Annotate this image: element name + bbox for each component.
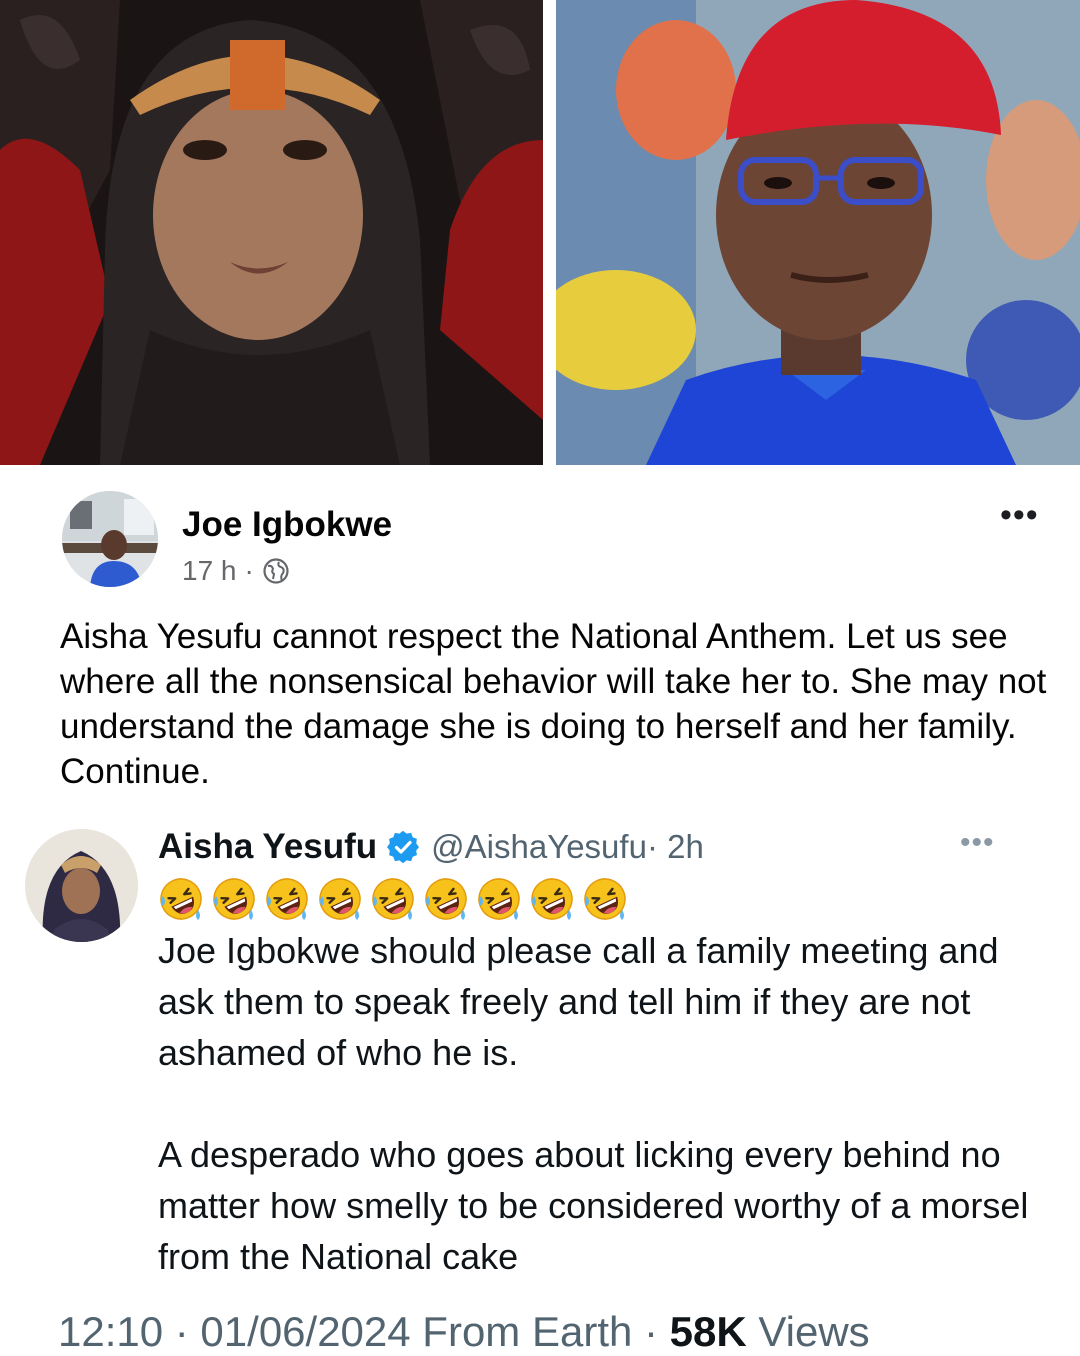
rofl-emoji-icon: [319, 878, 361, 920]
photo-divider: [543, 0, 556, 465]
fb-meta-separator: ·: [244, 555, 254, 586]
tweet-footer: 12:10 · 01/06/2024 From Earth · 58K View…: [58, 1308, 870, 1356]
tweet-handle[interactable]: @AishaYesufu: [431, 828, 647, 866]
tweet-paragraph-2: A desperado who goes about licking every…: [158, 1134, 1029, 1277]
tweet-text: Joe Igbokwe should please call a family …: [158, 925, 1038, 1333]
aisha-yesufu-avatar[interactable]: [25, 829, 138, 942]
rofl-emoji-icon: [425, 878, 467, 920]
tweet-author-name[interactable]: Aisha Yesufu: [158, 827, 377, 867]
fb-more-options-button[interactable]: •••: [1000, 498, 1039, 532]
verified-badge-icon: [387, 830, 420, 864]
rofl-emoji-icon: [213, 878, 255, 920]
rofl-emoji-icon: [584, 878, 626, 920]
globe-icon: [262, 557, 290, 585]
tweet-views-label: Views: [746, 1308, 870, 1355]
tweet-time[interactable]: · 2h: [647, 828, 704, 866]
tweet-timestamp[interactable]: 12:10 · 01/06/2024 From Earth ·: [58, 1308, 670, 1355]
joe-igbokwe-avatar[interactable]: [62, 491, 158, 587]
rofl-emoji-icon: [266, 878, 308, 920]
rofl-emoji-icon: [372, 878, 414, 920]
tweet-header: Aisha Yesufu @AishaYesufu · 2h: [158, 825, 704, 869]
tweet-more-options-button[interactable]: •••: [960, 826, 995, 860]
rofl-emoji-icon: [478, 878, 520, 920]
photo-aisha-yesufu: [0, 0, 543, 465]
rofl-emoji-icon: [531, 878, 573, 920]
tweet-emoji-row: [158, 876, 628, 922]
tweet-paragraph-1: Joe Igbokwe should please call a family …: [158, 930, 999, 1073]
fb-post-text: Aisha Yesufu cannot respect the National…: [60, 617, 1047, 791]
fb-post-time[interactable]: 17 h: [182, 555, 237, 587]
fb-author-name[interactable]: Joe Igbokwe: [182, 505, 392, 545]
photo-joe-igbokwe: [556, 0, 1080, 465]
rofl-emoji-icon: [160, 878, 202, 920]
fb-post-meta: 17 h ·: [182, 555, 290, 587]
tweet-views-count: 58K: [669, 1308, 747, 1355]
